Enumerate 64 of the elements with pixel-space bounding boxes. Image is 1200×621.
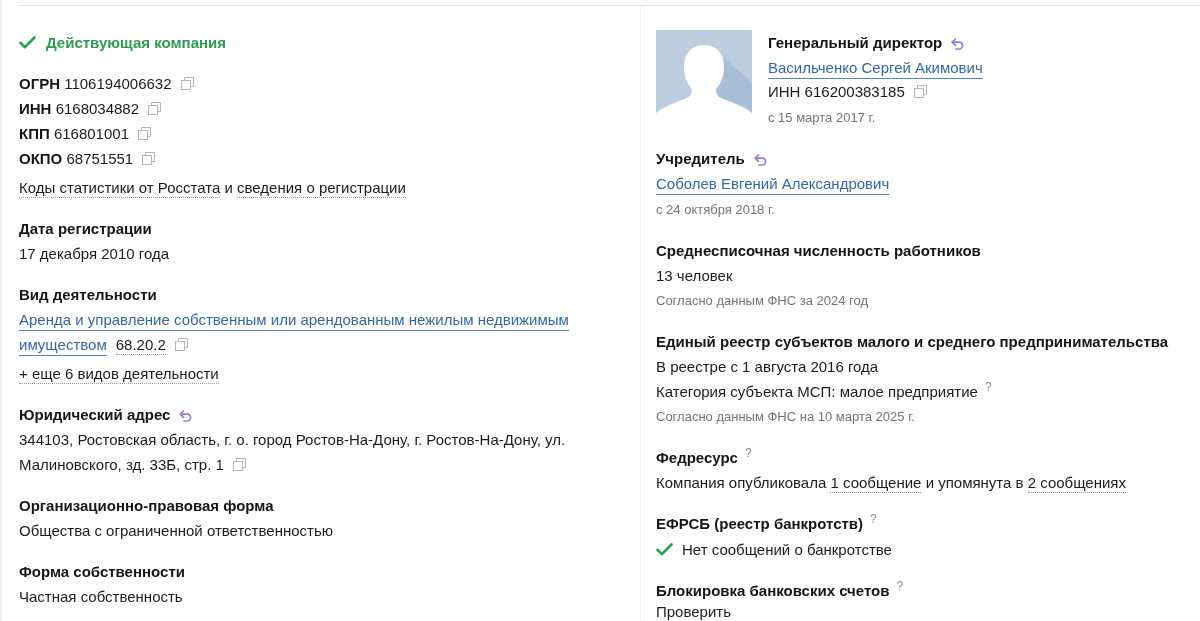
value-text: В реестре с 1 августа 2016 года (656, 358, 879, 375)
help-hint[interactable]: ? (984, 380, 992, 394)
section-title: Федресурс (656, 449, 738, 466)
section-title: ЕФРСБ (реестр банкротств) (656, 515, 864, 532)
check-icon (656, 543, 673, 556)
field-value: 1106194006632 (64, 75, 172, 92)
dotted-link[interactable]: сведения о регистрации (237, 178, 406, 198)
field-label: ОКПО (19, 150, 63, 167)
publication-sentence: Компания опубликовала 1 сообщение и упомянута в 2 сообщениях (656, 472, 1127, 495)
address-text: Малиновского, зд. 33Б, стр. 1 (19, 455, 224, 475)
field-label: ИНН (19, 100, 52, 117)
person-inn: ИНН 616200383185 (768, 83, 905, 100)
role-title: Генеральный директор (768, 34, 943, 51)
undo-arrow-icon[interactable] (179, 410, 193, 423)
undo-arrow-icon[interactable] (951, 38, 965, 51)
section-title: Учредитель (656, 150, 745, 167)
copy-icon[interactable] (138, 127, 151, 140)
person-link[interactable]: Васильченко Сергей Акимович (768, 59, 983, 76)
person-link[interactable]: Соболев Евгений Александрович (656, 175, 890, 192)
field-label: КПП (19, 125, 50, 142)
activity-link[interactable]: Аренда и управление собственным или арендованным нежилым недвижимым (19, 307, 569, 332)
note-text: с 24 октября 2018 г. (656, 202, 775, 217)
value-text: 13 человек (656, 267, 733, 284)
check-accounts-link[interactable]: Проверить (656, 603, 731, 621)
activity-code[interactable]: 68.20.2 (115, 334, 166, 355)
section-title: Организационно-правовая форма (19, 497, 274, 514)
help-hint[interactable]: ? (870, 512, 877, 526)
copy-icon[interactable] (174, 338, 188, 351)
dotted-link[interactable]: Коды статистики от Росстата (19, 178, 221, 198)
note-text: Согласно данным ФНС на 10 марта 2025 г. (656, 409, 915, 424)
undo-arrow-icon[interactable] (753, 154, 767, 167)
address-text: 344103, Ростовская область, г. о. город Ростов-На-Дону, г. Ростов-На-Дону, ул. (19, 430, 566, 450)
field-value: 616801001 (53, 125, 129, 142)
help-hint[interactable]: ? (744, 446, 752, 460)
value-text: 17 декабря 2010 года (19, 245, 170, 262)
section-title: Форма собственности (19, 563, 185, 580)
value-text: Категория субъекта МСП: малое предприятие (656, 383, 978, 400)
section-title: Единый реестр субъектов малого и среднего предпринимательства (656, 333, 1169, 350)
copy-icon[interactable] (913, 85, 927, 98)
field-value: 6168034882 (55, 100, 140, 117)
section-title: Блокировка банковских счетов (656, 582, 890, 599)
value-text: Частная собственность (19, 588, 183, 605)
company-status: Действующая компания (46, 33, 227, 53)
check-icon (19, 36, 36, 49)
copy-icon[interactable] (148, 102, 162, 115)
section-title: Вид деятельности (19, 286, 157, 303)
help-hint[interactable]: ? (896, 579, 904, 593)
registry-info-sentence: Коды статистики от Росстата и сведения о регистрации (19, 177, 407, 200)
more-activities-link[interactable]: + еще 6 видов деятельности (19, 364, 219, 384)
dotted-link[interactable]: 2 сообщениях (1027, 473, 1126, 493)
status-text: Нет сообщений о банкротстве (682, 540, 892, 560)
section-title: Юридический адрес (19, 406, 171, 423)
field-label: ОГРН (19, 75, 60, 92)
dotted-link[interactable]: 1 сообщение (830, 473, 922, 493)
note-text: с 15 марта 2017 г. (768, 110, 876, 125)
section-title: Дата регистрации (19, 220, 152, 237)
copy-icon[interactable] (180, 77, 194, 90)
copy-icon[interactable] (142, 152, 156, 165)
note-text: Согласно данным ФНС за 2024 год (656, 293, 869, 308)
value-text: Общества с ограниченной ответственностью (19, 522, 333, 539)
field-value: 68751551 (66, 150, 134, 167)
section-title: Среднесписочная численность работников (656, 242, 981, 259)
activity-link[interactable]: имуществом (19, 332, 107, 357)
copy-icon[interactable] (232, 458, 246, 471)
